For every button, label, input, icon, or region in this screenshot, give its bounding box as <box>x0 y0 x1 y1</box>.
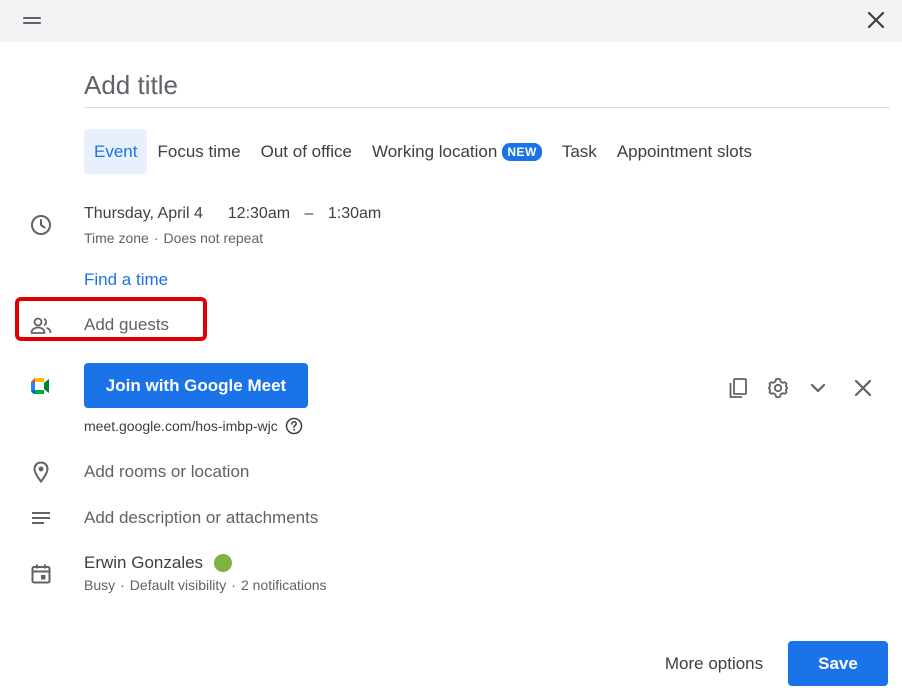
separator-dot: · <box>120 577 125 593</box>
meet-link[interactable]: meet.google.com/hos-imbp-wjc <box>84 418 278 434</box>
time-options: Time zone · Does not repeat <box>84 230 263 246</box>
chevron-down-icon[interactable] <box>806 376 830 400</box>
owner-name: Erwin Gonzales <box>84 553 204 572</box>
clock-icon <box>29 213 53 237</box>
calendar-color-dot <box>214 554 233 572</box>
gear-icon[interactable] <box>766 376 790 400</box>
add-description-field[interactable]: Add description or attachments <box>84 508 318 528</box>
busy-selector[interactable]: Busy <box>84 577 115 593</box>
meet-link-row: meet.google.com/hos-imbp-wjc <box>84 417 303 435</box>
title-field <box>84 64 890 108</box>
event-type-tabs: Event Focus time Out of office Working l… <box>84 129 762 174</box>
save-button[interactable]: Save <box>788 641 888 686</box>
join-google-meet-button[interactable]: Join with Google Meet <box>84 363 308 408</box>
separator-dot: · <box>231 577 236 593</box>
close-icon[interactable] <box>862 6 890 34</box>
remove-meet-close-icon[interactable] <box>851 376 875 400</box>
more-options-button[interactable]: More options <box>646 641 782 686</box>
title-input[interactable] <box>84 66 884 104</box>
find-a-time-link[interactable]: Find a time <box>84 270 168 290</box>
google-meet-icon <box>29 374 53 398</box>
tab-label: Event <box>94 141 138 161</box>
dialog-header <box>0 0 902 42</box>
timezone-link[interactable]: Time zone <box>84 230 149 246</box>
tab-event[interactable]: Event <box>84 129 148 174</box>
tab-label: Focus time <box>157 141 241 161</box>
notifications-selector[interactable]: 2 notifications <box>241 577 327 593</box>
location-pin-icon <box>29 460 53 484</box>
visibility-selector[interactable]: Default visibility <box>130 577 226 593</box>
description-icon <box>29 507 53 531</box>
people-icon <box>29 314 53 338</box>
new-badge: NEW <box>502 142 542 161</box>
owner-options: Busy · Default visibility · 2 notifications <box>84 577 327 593</box>
tab-label: Task <box>561 141 597 161</box>
tab-task[interactable]: Task <box>552 129 607 174</box>
date-time-row: Thursday, April 4 12:30am – 1:30am <box>84 205 381 223</box>
tab-label: Out of office <box>260 141 352 161</box>
repeat-selector[interactable]: Does not repeat <box>164 230 264 246</box>
tab-out-of-office[interactable]: Out of office <box>251 129 362 174</box>
copy-icon[interactable] <box>726 376 750 400</box>
add-location-field[interactable]: Add rooms or location <box>84 462 249 482</box>
tab-label: Working location <box>371 141 498 161</box>
start-time-selector[interactable]: 12:30am <box>228 205 290 222</box>
calendar-icon <box>29 562 53 586</box>
help-icon[interactable] <box>285 417 303 435</box>
calendar-owner[interactable]: Erwin Gonzales <box>84 553 233 573</box>
time-separator: – <box>304 205 314 222</box>
add-guests-field[interactable]: Add guests <box>84 315 169 335</box>
tab-label: Appointment slots <box>616 141 752 161</box>
tab-appointment-slots[interactable]: Appointment slots <box>607 129 762 174</box>
end-time-selector[interactable]: 1:30am <box>328 205 381 222</box>
tab-focus-time[interactable]: Focus time <box>147 129 250 174</box>
date-selector[interactable]: Thursday, April 4 <box>84 205 203 222</box>
separator-dot: · <box>153 230 159 246</box>
drag-handle-icon[interactable] <box>23 14 41 26</box>
tab-working-location[interactable]: Working location NEW <box>362 129 552 174</box>
